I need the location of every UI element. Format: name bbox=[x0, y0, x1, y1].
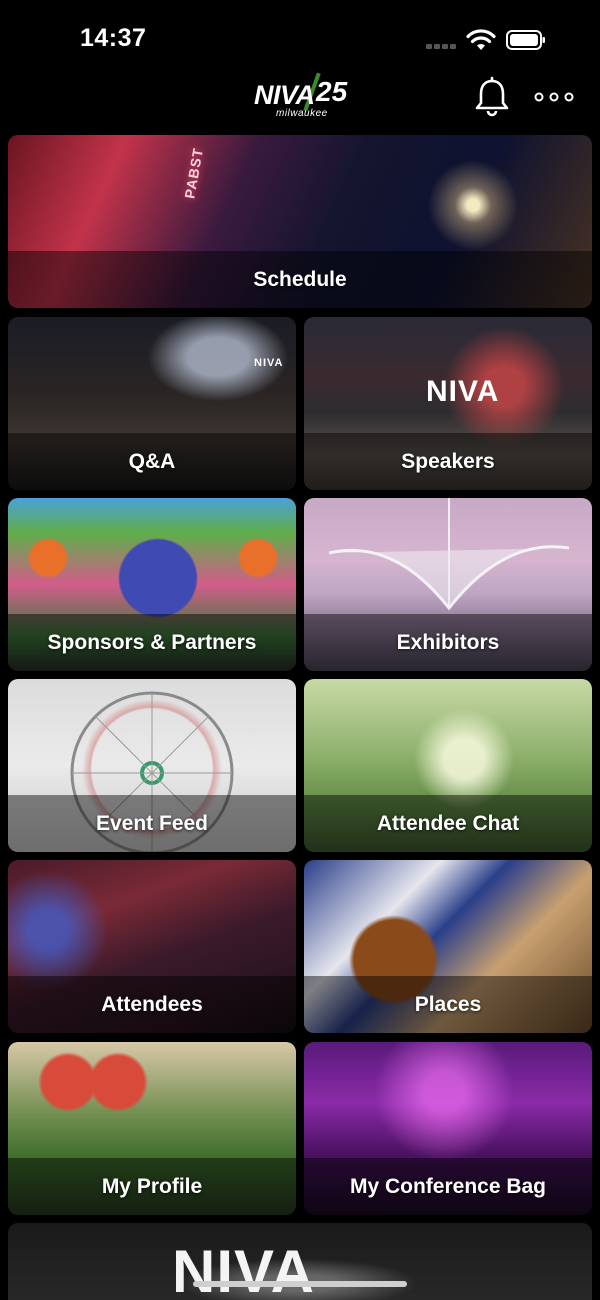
tile-label: Schedule bbox=[253, 267, 347, 291]
tile-label: Q&A bbox=[128, 449, 176, 473]
tile-label-band: Attendee Chat bbox=[304, 795, 592, 852]
battery-icon bbox=[506, 30, 545, 50]
tile-label-band: My Conference Bag bbox=[304, 1158, 592, 1215]
home-indicator[interactable] bbox=[193, 1281, 407, 1287]
logo-wordmark: NIVA bbox=[254, 80, 315, 110]
bell-icon[interactable] bbox=[472, 76, 512, 118]
tile-label-band: Exhibitors bbox=[304, 614, 592, 671]
tile-event-feed[interactable]: Event Feed bbox=[8, 679, 296, 852]
tile-label-band: Event Feed bbox=[8, 795, 296, 852]
tile-exhibitors[interactable]: Exhibitors bbox=[304, 498, 592, 671]
logo-year: 25 bbox=[316, 76, 348, 107]
tile-label: Places bbox=[414, 992, 482, 1016]
tile-label-band: Q&A bbox=[8, 433, 296, 490]
tile-label-band: My Profile bbox=[8, 1158, 296, 1215]
tile-my-profile[interactable]: My Profile bbox=[8, 1042, 296, 1215]
cellular-signal-icon bbox=[426, 44, 456, 50]
tile-label: My Conference Bag bbox=[349, 1174, 547, 1198]
tile-label-band: Sponsors & Partners bbox=[8, 614, 296, 671]
app-screen: 14:37 NIVA 25 milwaukee PABST Schedule N… bbox=[0, 0, 600, 1300]
tile-label: Exhibitors bbox=[396, 630, 500, 654]
tile-label-band: Speakers bbox=[304, 433, 592, 490]
tile-label: Event Feed bbox=[95, 811, 209, 835]
logo-city: milwaukee bbox=[276, 108, 328, 119]
tile-speakers[interactable]: NIVA Speakers bbox=[304, 317, 592, 490]
tile-qa[interactable]: NIVA Q&A bbox=[8, 317, 296, 490]
niva-banner: NIVA bbox=[254, 357, 284, 369]
tile-label-band: Schedule bbox=[8, 251, 592, 308]
tile-sponsors-partners[interactable]: Sponsors & Partners bbox=[8, 498, 296, 671]
niva-bottom-sign: NIVA bbox=[172, 1238, 315, 1300]
status-time: 14:37 bbox=[80, 24, 147, 52]
tile-label: Speakers bbox=[401, 449, 495, 473]
niva-stage-sign: NIVA bbox=[426, 375, 500, 408]
more-horizontal-icon[interactable] bbox=[532, 88, 576, 106]
wifi-icon bbox=[466, 29, 496, 50]
tile-attendee-chat[interactable]: Attendee Chat bbox=[304, 679, 592, 852]
tile-label-band: Places bbox=[304, 976, 592, 1033]
tile-attendees[interactable]: Attendees bbox=[8, 860, 296, 1033]
tile-label: Attendee Chat bbox=[376, 811, 520, 835]
museum-wings-graphic bbox=[328, 498, 570, 611]
tile-label-band: Attendees bbox=[8, 976, 296, 1033]
tile-label: Sponsors & Partners bbox=[47, 630, 257, 654]
tile-partial-bottom[interactable]: NIVA bbox=[8, 1223, 592, 1300]
tile-label: My Profile bbox=[101, 1174, 203, 1198]
niva25-logo: NIVA 25 milwaukee bbox=[250, 68, 350, 124]
tile-label: Attendees bbox=[101, 992, 203, 1016]
tile-schedule[interactable]: PABST Schedule bbox=[8, 135, 592, 308]
tile-my-conference-bag[interactable]: My Conference Bag bbox=[304, 1042, 592, 1215]
app-header: NIVA 25 milwaukee bbox=[0, 66, 600, 128]
tile-places[interactable]: Places bbox=[304, 860, 592, 1033]
